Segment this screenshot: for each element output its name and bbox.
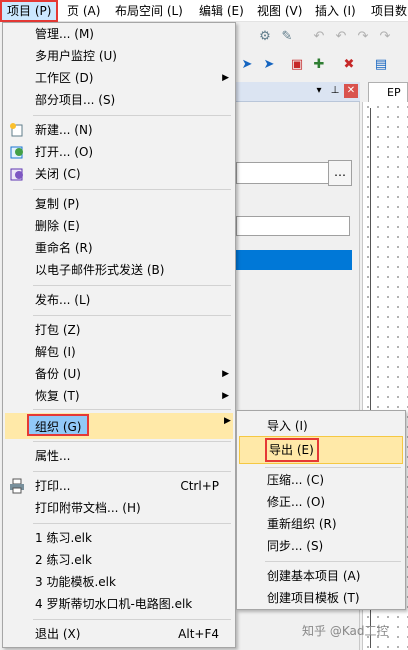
toolbar-top: ⚙ ✎ ↶ ↶ ↷ ↷ — [236, 24, 408, 50]
organize-submenu: 导入 (I) 导出 (E) 压缩... (C) 修正... (O) 重新组织 (… — [236, 410, 406, 610]
submenu-item-create-basic-project[interactable]: 创建基本项目 (A) — [239, 565, 403, 587]
menu-item-label: 新建... (N) — [35, 123, 93, 137]
menu-item-delete[interactable]: 删除 (E) — [5, 215, 233, 237]
menu-item-label: 工作区 (D) — [35, 71, 94, 85]
menu-item-label: 退出 (X) — [35, 627, 81, 641]
open-project-icon — [10, 146, 23, 159]
menu-item-print-attached[interactable]: 打印附带文档... (H) — [5, 497, 233, 519]
submenu-arrow-icon: ▶ — [224, 416, 231, 426]
pointer-icon[interactable]: ➤ — [238, 56, 256, 74]
separator — [33, 441, 231, 442]
submenu-item-sync[interactable]: 同步... (S) — [239, 535, 403, 557]
menu-item-label: 关闭 (C) — [35, 167, 81, 181]
menu-item-recent-1[interactable]: 1 练习.elk — [5, 527, 233, 549]
submenu-item-correct[interactable]: 修正... (O) — [239, 491, 403, 513]
menu-item-send-email[interactable]: 以电子邮件形式发送 (B) — [5, 259, 233, 281]
menu-item-print[interactable]: 打印... Ctrl+P — [5, 475, 233, 497]
submenu-item-reorganize[interactable]: 重新组织 (R) — [239, 513, 403, 535]
menu-item-open[interactable]: 打开... (O) — [5, 141, 233, 163]
menu-item-multi-user[interactable]: 多用户监控 (U) — [5, 45, 233, 67]
menu-item-recent-2[interactable]: 2 练习.elk — [5, 549, 233, 571]
panel-header: ▾ ⊥ ✕ — [236, 82, 360, 102]
pin-icon[interactable]: ⊥ — [328, 84, 342, 98]
separator — [33, 315, 231, 316]
page-icon[interactable]: ▣ — [288, 56, 306, 74]
shortcut-label: Alt+F4 — [178, 627, 219, 641]
menu-layout-space[interactable]: 布局空间 (L) — [110, 0, 188, 22]
separator — [33, 523, 231, 524]
menu-page[interactable]: 页 (A) — [62, 0, 105, 22]
menu-project[interactable]: 项目 (P) — [0, 0, 59, 22]
menu-item-backup[interactable]: 备份 (U) ▶ — [5, 363, 233, 385]
project-menu: 管理... (M) 多用户监控 (U) 工作区 (D) ▶ 部分项目... (S… — [2, 22, 236, 648]
selected-tree-row[interactable] — [236, 250, 352, 270]
separator — [265, 467, 401, 468]
menu-item-partial-project[interactable]: 部分项目... (S) — [5, 89, 233, 111]
menu-insert[interactable]: 插入 (I) — [310, 0, 361, 22]
menu-item-recent-3[interactable]: 3 功能模板.elk — [5, 571, 233, 593]
menu-item-label: 恢复 (T) — [35, 389, 80, 403]
menu-item-workspace[interactable]: 工作区 (D) ▶ — [5, 67, 233, 89]
separator — [33, 189, 231, 190]
menu-item-rename[interactable]: 重命名 (R) — [5, 237, 233, 259]
close-project-icon — [10, 168, 23, 181]
separator — [33, 619, 231, 620]
brush-icon[interactable]: ✎ — [278, 28, 296, 46]
menu-item-label: 打开... (O) — [35, 145, 94, 159]
tool-icon[interactable]: ⚙ — [256, 28, 274, 46]
menu-item-copy[interactable]: 复制 (P) — [5, 193, 233, 215]
redo-all-icon[interactable]: ↷ — [376, 28, 394, 46]
submenu-item-export-highlight — [239, 436, 403, 464]
menu-view[interactable]: 视图 (V) — [252, 0, 307, 22]
shortcut-label: Ctrl+P — [180, 479, 219, 493]
delete-page-icon[interactable]: ✖ — [340, 56, 358, 74]
submenu-arrow-icon: ▶ — [222, 369, 229, 379]
separator — [33, 471, 231, 472]
menu-item-manage[interactable]: 管理... (M) — [5, 23, 233, 45]
dropdown-icon[interactable]: ▾ — [312, 84, 326, 98]
menu-item-unpack[interactable]: 解包 (I) — [5, 341, 233, 363]
menu-project-data[interactable]: 项目数 — [366, 0, 408, 22]
menu-item-new[interactable]: 新建... (N) — [5, 119, 233, 141]
submenu-item-create-project-template[interactable]: 创建项目模板 (T) — [239, 587, 403, 609]
menu-item-exit[interactable]: 退出 (X) Alt+F4 — [5, 623, 233, 645]
submenu-item-import[interactable]: 导入 (I) — [239, 415, 403, 437]
menubar: 项目 (P) 页 (A) 布局空间 (L) 编辑 (E) 视图 (V) 插入 (… — [0, 0, 408, 22]
menu-edit[interactable]: 编辑 (E) — [194, 0, 249, 22]
doc-icon[interactable]: ▤ — [372, 56, 390, 74]
canvas-tab[interactable]: EP — [368, 82, 408, 102]
separator — [33, 285, 231, 286]
close-icon[interactable]: ✕ — [344, 84, 358, 98]
filter-field[interactable] — [236, 216, 350, 236]
toolbar-second: ➤ ➤ ▣ ✚ ✖ ▤ — [236, 52, 408, 78]
cursor-icon[interactable]: ➤ — [260, 56, 278, 74]
menu-item-recent-4[interactable]: 4 罗斯蒂切水口机-电路图.elk — [5, 593, 233, 615]
browse-button[interactable]: … — [328, 160, 352, 186]
menu-item-publish[interactable]: 发布... (L) — [5, 289, 233, 311]
separator — [33, 115, 231, 116]
menu-item-pack[interactable]: 打包 (Z) — [5, 319, 233, 341]
separator — [33, 409, 231, 410]
submenu-item-export[interactable]: 导出 (E) — [265, 438, 319, 462]
menu-item-close[interactable]: 关闭 (C) — [5, 163, 233, 185]
menu-item-label: 打印... — [35, 479, 71, 493]
undo-icon[interactable]: ↶ — [310, 28, 328, 46]
submenu-arrow-icon: ▶ — [222, 391, 229, 401]
new-project-icon — [10, 123, 23, 137]
submenu-item-compress[interactable]: 压缩... (C) — [239, 469, 403, 491]
connect-icon[interactable]: ✚ — [310, 56, 328, 74]
undo-all-icon[interactable]: ↶ — [332, 28, 350, 46]
watermark: 知乎 @Kad工控 — [302, 624, 389, 638]
menu-item-properties[interactable]: 属性... — [5, 445, 233, 467]
menu-item-label: 备份 (U) — [35, 367, 81, 381]
submenu-arrow-icon: ▶ — [222, 73, 229, 83]
redo-icon[interactable]: ↷ — [354, 28, 372, 46]
printer-icon — [10, 478, 24, 494]
menu-item-organize[interactable]: 组织 (G) — [27, 414, 89, 436]
separator — [265, 561, 401, 562]
menu-item-restore[interactable]: 恢复 (T) ▶ — [5, 385, 233, 407]
